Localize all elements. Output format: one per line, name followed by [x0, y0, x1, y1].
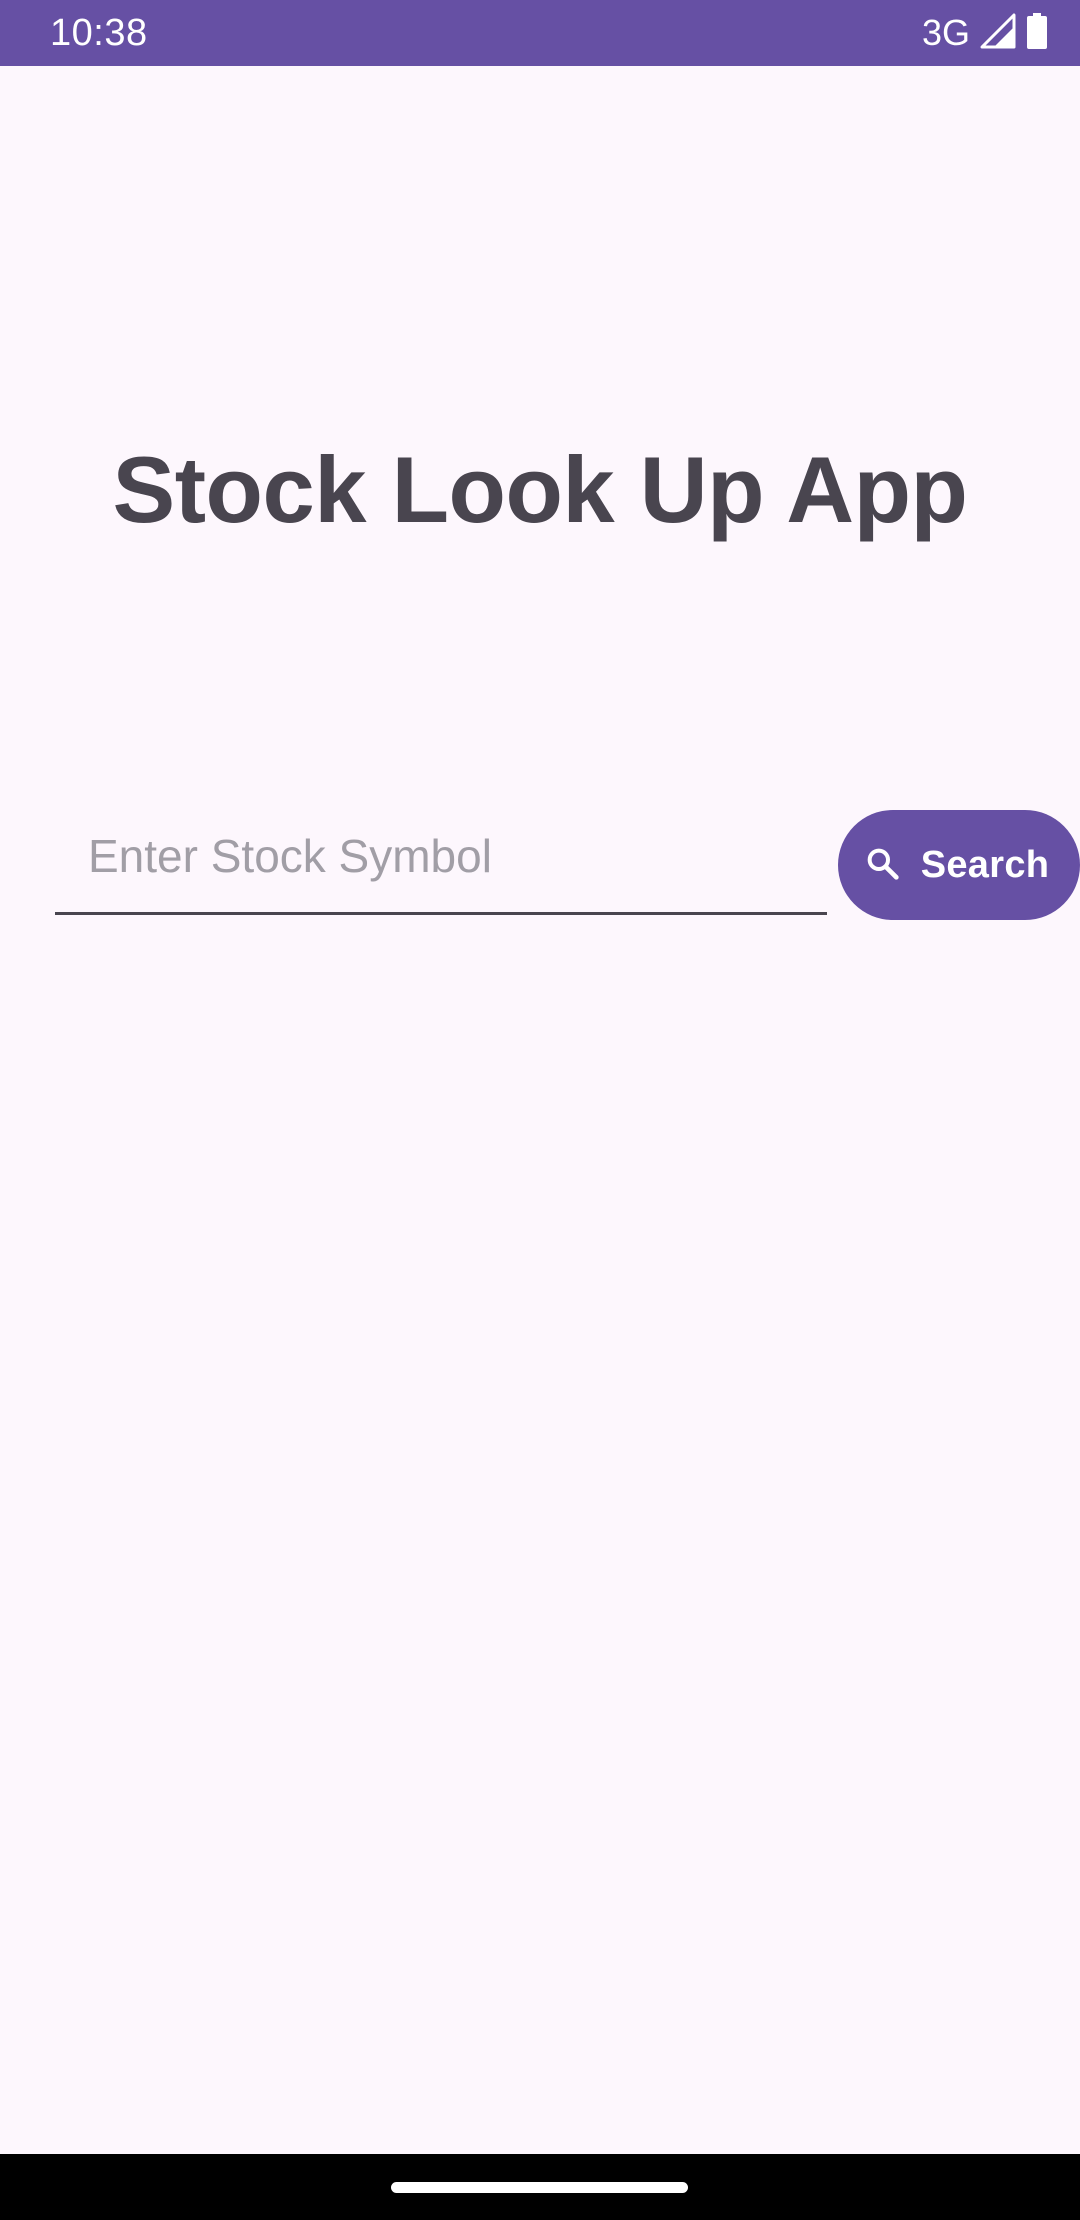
- status-icons: 3G: [922, 12, 1048, 54]
- app-screen: 10:38 3G Stock Look Up App Enter Stock S…: [0, 0, 1080, 2220]
- search-button[interactable]: Search: [838, 810, 1080, 920]
- home-indicator[interactable]: [391, 2182, 688, 2193]
- search-button-label: Search: [920, 843, 1050, 886]
- stock-symbol-input[interactable]: [55, 800, 827, 912]
- signal-icon: [980, 13, 1016, 54]
- page-title: Stock Look Up App: [112, 437, 968, 542]
- status-time: 10:38: [50, 12, 148, 54]
- stock-symbol-field[interactable]: [55, 800, 827, 915]
- network-type: 3G: [921, 12, 970, 53]
- search-icon: [863, 844, 903, 887]
- status-bar: 10:38 3G: [0, 0, 1080, 66]
- navigation-bar: [0, 2154, 1080, 2220]
- battery-icon: [1026, 12, 1048, 54]
